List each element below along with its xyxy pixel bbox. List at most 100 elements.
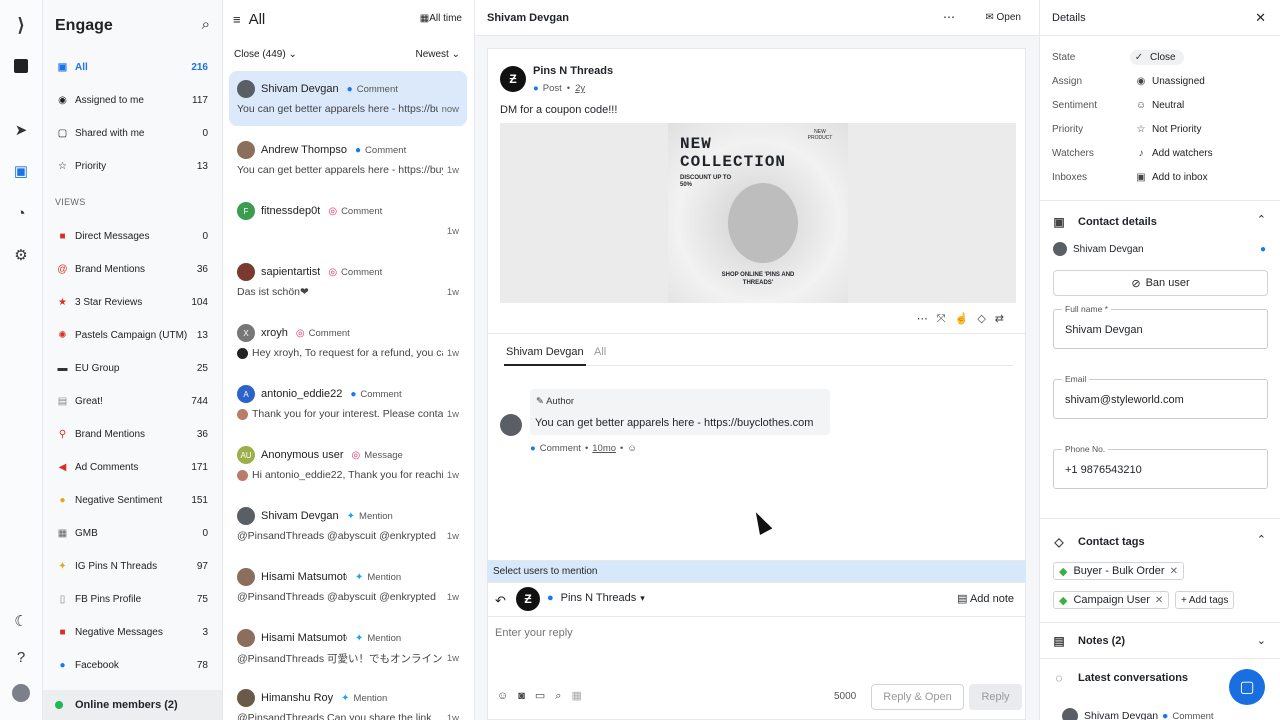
convert-icon[interactable]: ⇄ — [995, 313, 1013, 325]
mention-bar[interactable]: Select users to mention — [487, 561, 1026, 582]
tab-all[interactable]: All — [594, 346, 606, 358]
close-icon[interactable]: ✕ — [1255, 10, 1266, 26]
tag-chip[interactable]: ◆ Buyer - Bulk Order ✕ — [1053, 562, 1184, 580]
settings-icon[interactable]: ⚙ — [10, 245, 32, 267]
view-item[interactable]: ◀ Ad Comments 171 — [49, 454, 216, 480]
facebook-icon: ● — [59, 659, 66, 671]
remove-tag-icon[interactable]: ✕ — [1170, 566, 1178, 577]
view-item[interactable]: @ Brand Mentions 36 — [49, 256, 216, 282]
nav-item-priority[interactable]: ☆ Priority 13 — [49, 153, 216, 179]
inbox-icon[interactable]: ▣ — [10, 161, 32, 183]
contact-tags-toggle[interactable]: ◇ Contact tags — [1052, 535, 1144, 549]
list-item[interactable]: Shivam Devgan ✦ Mention @PinsandThreads @a… — [229, 498, 467, 553]
avatar — [237, 507, 255, 525]
view-item[interactable]: ■ Direct Messages 0 — [49, 223, 216, 249]
user-avatar[interactable] — [10, 684, 32, 706]
details-header: Details ✕ — [1040, 0, 1280, 36]
emoji-icon[interactable]: ☺ — [497, 690, 518, 702]
view-item[interactable]: ▯ FB Pins Profile 75 — [49, 586, 216, 612]
list-item[interactable]: sapientartist ◎ Comment Das ist schön❤ 1w — [229, 254, 467, 309]
tab-user[interactable]: Shivam Devgan — [504, 346, 586, 366]
tag-icon: ◆ — [1059, 594, 1068, 607]
list-item[interactable]: Ffitnessdep0t ◎ Comment 1w — [229, 193, 467, 248]
nav-item-shared[interactable]: ▢ Shared with me 0 — [49, 120, 216, 146]
help-icon[interactable]: ? — [10, 647, 32, 669]
nav-item-assigned[interactable]: ◉ Assigned to me 117 — [49, 87, 216, 113]
add-tags-button[interactable]: + Add tags — [1175, 591, 1235, 609]
reply-button[interactable]: Reply — [969, 684, 1022, 710]
email-field[interactable]: Email shivam@styleworld.com — [1053, 374, 1268, 419]
remove-tag-icon[interactable]: ✕ — [1155, 595, 1163, 606]
list-item[interactable]: Hisami Matsumoto ✦ Mention @PinsandThreads… — [229, 559, 467, 614]
latest-conversation-item[interactable]: Shivam Devgan ● Comment — [1062, 708, 1214, 720]
tag-icon[interactable]: ◇ — [977, 313, 994, 325]
view-item[interactable]: ⚲ Brand Mentions 36 — [49, 421, 216, 447]
list-item[interactable]: Andrew Thompson ● Comment You can get bett… — [229, 132, 467, 187]
account-selector[interactable]: ● Pins N Threads ▾ — [547, 592, 645, 604]
nav-item-all[interactable]: ▣ All 216 — [49, 54, 216, 80]
view-item[interactable]: ● Facebook 78 — [49, 652, 216, 678]
sort-dropdown[interactable]: Newest ⌄ — [415, 49, 460, 60]
detail-sentiment[interactable]: Sentiment ☺ Neutral — [1052, 96, 1268, 114]
detail-priority[interactable]: Priority ☆ Not Priority — [1052, 120, 1268, 138]
list-item[interactable]: Shivam Devgan ● Comment You can get better… — [229, 71, 467, 126]
post-image[interactable]: NEW COLLECTION DISCOUNT UP TO 50% NEW PR… — [500, 123, 1016, 303]
ban-user-button[interactable]: ⊘ Ban user — [1053, 270, 1268, 296]
send-icon[interactable]: ➤ — [10, 120, 32, 142]
list-item[interactable]: AU Anonymous user ◎ Message Hi antonio_eddi… — [229, 437, 467, 492]
chevron-up-icon[interactable]: ⌃ — [1257, 533, 1266, 546]
latest-conversations-toggle[interactable]: ◌ Latest conversations — [1052, 671, 1188, 685]
notes-section[interactable]: ▤ Notes (2) ⌄ — [1040, 622, 1280, 658]
post-age-link[interactable]: 2y — [575, 83, 585, 94]
comment-bubble[interactable]: ✎ Author You can get better apparels her… — [530, 389, 830, 435]
status-filter[interactable]: Close (449) ⌄ — [234, 49, 297, 60]
emoji-icon[interactable]: ☺ — [627, 443, 637, 454]
view-item[interactable]: ▤ Great! 744 — [49, 388, 216, 414]
gif-icon[interactable]: ▭ — [535, 690, 555, 702]
view-item[interactable]: ● Negative Sentiment 151 — [49, 487, 216, 513]
publish-icon[interactable] — [10, 55, 32, 77]
time-filter[interactable]: ▦All time — [420, 13, 462, 24]
reply-avatar — [237, 469, 248, 481]
comment-age-link[interactable]: 10mo — [592, 443, 616, 454]
view-item[interactable]: ■ Negative Messages 3 — [49, 619, 216, 645]
list-item[interactable]: Himanshu Roy ✦ Mention @PinsandThreads Can… — [229, 680, 467, 720]
detail-assign[interactable]: Assign ◉ Unassigned — [1052, 72, 1268, 90]
detail-state[interactable]: State ✓ Close — [1052, 48, 1268, 66]
like-icon[interactable]: ☝ — [955, 313, 978, 325]
online-members[interactable]: Online members (2) — [43, 690, 222, 720]
phone-field[interactable]: Phone No. +1 9876543210 — [1053, 444, 1268, 489]
view-item[interactable]: ▬ EU Group 25 — [49, 355, 216, 381]
analytics-icon[interactable]: ◔ — [10, 203, 32, 225]
tag-chip[interactable]: ◆ Campaign User ✕ — [1053, 591, 1170, 609]
contact-details-toggle[interactable]: ▣ Contact details — [1052, 215, 1157, 229]
attachment-icon[interactable]: ▦ — [571, 690, 591, 702]
more-icon[interactable]: ⋯ — [943, 10, 955, 24]
reply-open-button[interactable]: Reply & Open — [871, 684, 964, 710]
chevron-up-icon[interactable]: ⌃ — [1257, 213, 1266, 226]
saved-reply-icon[interactable]: ⌕ — [555, 690, 571, 702]
list-item[interactable]: Xxroyh ◎ Comment Hey xroyh, To request for… — [229, 315, 467, 370]
detail-watchers[interactable]: Watchers ♪ Add watchers — [1052, 144, 1268, 162]
chat-support-button[interactable]: ▢ — [1229, 669, 1265, 705]
image-icon[interactable]: ◙ — [518, 690, 535, 702]
list-item[interactable]: Aantonio_eddie22 ● Comment Thank you for y… — [229, 376, 467, 431]
open-button[interactable]: ✉ Open — [985, 12, 1021, 23]
list-item[interactable]: Hisami Matsumoto ✦ Mention @PinsandThreads… — [229, 620, 467, 675]
add-note-button[interactable]: ▤ Add note — [957, 592, 1014, 605]
dark-mode-icon[interactable]: ☾ — [10, 611, 32, 633]
more-icon[interactable]: ⋯ — [917, 313, 937, 325]
full-name-field[interactable]: Full name * Shivam Devgan — [1053, 304, 1268, 349]
search-icon[interactable]: ⌕ — [202, 16, 210, 33]
detail-inboxes[interactable]: Inboxes ▣ Add to inbox — [1052, 168, 1268, 186]
view-item[interactable]: ✺ Pastels Campaign (UTM) 13 — [49, 322, 216, 348]
logo-icon[interactable]: ⟩ — [10, 14, 32, 36]
menu-icon[interactable]: ≡ — [233, 12, 241, 27]
reply-input[interactable] — [495, 625, 1015, 641]
view-item[interactable]: ★ 3 Star Reviews 104 — [49, 289, 216, 315]
view-item[interactable]: ✦ IG Pins N Threads 97 — [49, 553, 216, 579]
reply-icon[interactable]: ↶ — [495, 593, 506, 609]
chevron-down-icon[interactable]: ⌄ — [1257, 634, 1266, 647]
repost-icon[interactable]: ⤧ — [937, 313, 955, 325]
view-item[interactable]: ▦ GMB 0 — [49, 520, 216, 546]
